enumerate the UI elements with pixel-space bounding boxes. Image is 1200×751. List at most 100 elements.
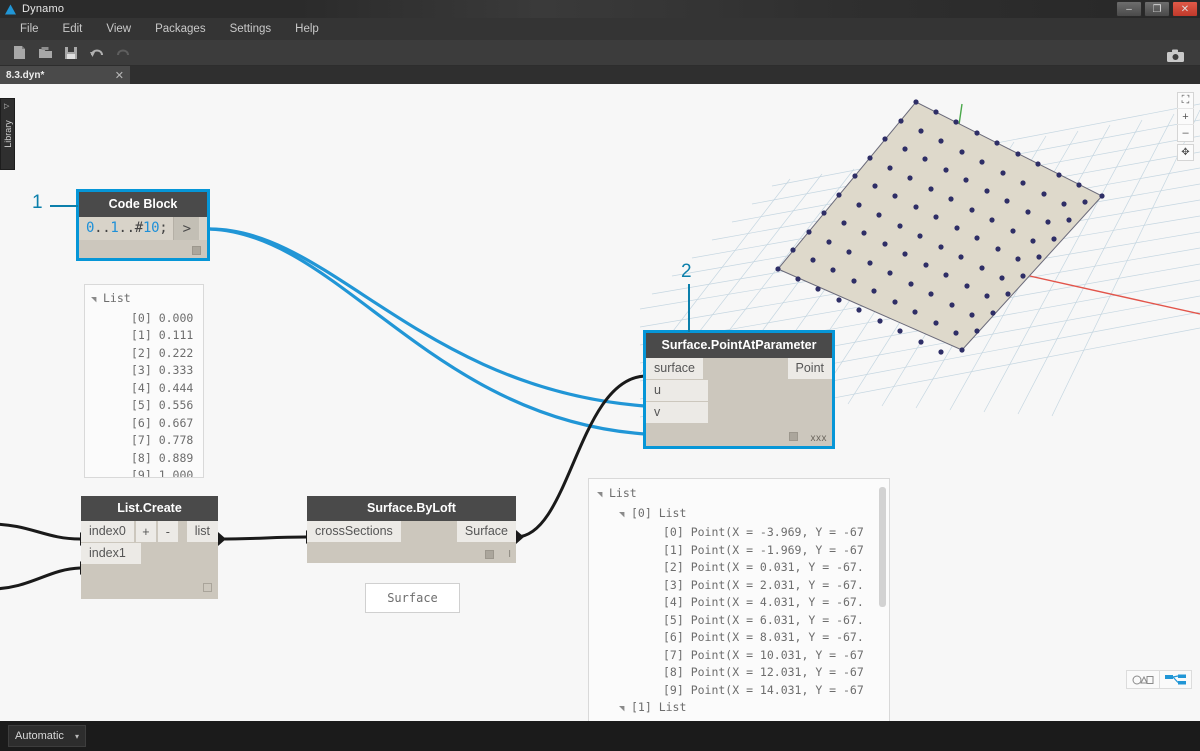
list-item: [6] 0.667: [91, 415, 197, 433]
input-port-surface[interactable]: surface: [646, 358, 703, 380]
preview-points-list[interactable]: ◥List ◥[0] List [0] Point(X = -3.969, Y …: [588, 478, 890, 721]
node-surface-point-at-parameter-body: surface Point u v xxx: [646, 358, 832, 446]
preview-root-label: List: [609, 486, 637, 500]
preview-toggle-icon[interactable]: [203, 583, 212, 592]
node-surface-by-loft[interactable]: Surface.ByLoft crossSections Surface I: [307, 496, 516, 563]
tab-label: 8.3.dyn*: [6, 70, 44, 81]
menu-item-edit[interactable]: Edit: [51, 18, 95, 40]
zoom-to-fit-icon[interactable]: ⛶: [1177, 93, 1194, 109]
input-port-index0[interactable]: index0: [81, 521, 134, 543]
graph-canvas[interactable]: ⛶ + – ✥: [0, 84, 1200, 721]
pan-icon[interactable]: ✥: [1177, 144, 1194, 161]
node-gap: [401, 521, 457, 543]
node-code-block[interactable]: Code Block 0..1..#10; >: [79, 192, 207, 258]
list-item: [6] Point(X = 8.031, Y = -67.: [597, 629, 881, 647]
add-input-button[interactable]: +: [134, 521, 156, 543]
preview-toggle-icon[interactable]: [485, 550, 494, 559]
input-port-index1[interactable]: index1: [81, 543, 141, 565]
code-block-editor[interactable]: 0..1..#10;: [79, 217, 173, 240]
node-surface-point-at-parameter[interactable]: Surface.PointAtParameter surface Point u…: [646, 333, 832, 446]
preview-group-row[interactable]: ◥[1] List: [597, 699, 881, 719]
collapse-caret-icon[interactable]: ◥: [619, 701, 631, 719]
menu-item-view[interactable]: View: [94, 18, 143, 40]
list-item: [5] Point(X = 6.031, Y = -67.: [597, 612, 881, 630]
zoom-out-button[interactable]: –: [1177, 125, 1194, 141]
zoom-in-button[interactable]: +: [1177, 109, 1194, 125]
code-block-input-row: 0..1..#10; >: [79, 217, 207, 240]
node-surface-point-footer: xxx: [646, 424, 832, 446]
maximize-button[interactable]: ❐: [1144, 1, 1170, 17]
tab-close-icon[interactable]: ✕: [115, 69, 124, 82]
redo-icon: [110, 42, 136, 64]
collapse-caret-icon[interactable]: ◥: [619, 507, 631, 525]
title-bar: Dynamo – ❐ ✕: [0, 0, 1200, 18]
node-gap: [703, 358, 788, 380]
preview-code-block-list[interactable]: ◥List [0] 0.000 [1] 0.111 [2] 0.222 [3] …: [84, 284, 204, 478]
preview-group-label: [0] List: [631, 506, 686, 520]
menu-item-packages[interactable]: Packages: [143, 18, 218, 40]
tab-workspace[interactable]: 8.3.dyn* ✕: [0, 66, 130, 84]
geometry-view-toggle[interactable]: [1127, 671, 1159, 688]
open-icon[interactable]: [32, 42, 58, 64]
output-port-list[interactable]: list: [187, 521, 218, 543]
list-item: [3] 0.333: [91, 362, 197, 380]
minimize-button[interactable]: –: [1116, 1, 1142, 17]
list-item: [4] Point(X = 4.031, Y = -67.: [597, 594, 881, 612]
input-port-u[interactable]: u: [646, 380, 708, 402]
annotation-2-label: 2: [681, 261, 692, 283]
status-bar: Automatic ▾: [0, 721, 1200, 751]
undo-icon[interactable]: [84, 42, 110, 64]
tab-bar: 8.3.dyn* ✕: [0, 66, 1200, 84]
remove-input-button[interactable]: -: [156, 521, 178, 543]
menu-item-file[interactable]: File: [8, 18, 51, 40]
dynamo-logo-icon: [4, 3, 17, 16]
menu-bar: File Edit View Packages Settings Help: [0, 18, 1200, 40]
list-item: [4] 0.444: [91, 380, 197, 398]
run-mode-select[interactable]: Automatic ▾: [8, 725, 86, 747]
camera-icon[interactable]: [1162, 44, 1188, 66]
output-port-point[interactable]: Point: [788, 358, 833, 380]
expand-arrow-icon[interactable]: ▷: [4, 102, 9, 110]
window-controls: – ❐ ✕: [1116, 0, 1200, 18]
input-port-v[interactable]: v: [646, 402, 708, 424]
close-button[interactable]: ✕: [1172, 1, 1198, 17]
node-surface-by-loft-title: Surface.ByLoft: [307, 496, 516, 521]
new-icon[interactable]: [6, 42, 32, 64]
collapse-caret-icon[interactable]: ◥: [597, 487, 609, 505]
menu-item-settings[interactable]: Settings: [218, 18, 284, 40]
save-icon[interactable]: [58, 42, 84, 64]
preview-root-row[interactable]: ◥List: [91, 290, 197, 310]
view-mode-toggles: [1126, 670, 1192, 689]
chevron-down-icon[interactable]: ▾: [75, 732, 79, 741]
preview-vertical-scrollbar[interactable]: [879, 487, 886, 607]
collapse-caret-icon[interactable]: ◥: [91, 292, 103, 310]
input-port-crosssections[interactable]: crossSections: [307, 521, 401, 543]
preview-group-row[interactable]: ◥[0] List: [597, 505, 881, 525]
list-item: [3] Point(X = 2.031, Y = -67.: [597, 577, 881, 595]
list-item: [8] Point(X = 12.031, Y = -67: [597, 664, 881, 682]
library-label: Library: [3, 120, 13, 148]
preview-root-row[interactable]: ◥List: [597, 485, 881, 505]
output-port-surface[interactable]: Surface: [457, 521, 516, 543]
library-panel-tab[interactable]: ▷ Library: [0, 98, 15, 170]
list-item: [1] Point(X = -1.969, Y = -67: [597, 542, 881, 560]
preview-toggle-icon[interactable]: [192, 246, 201, 255]
node-list-create[interactable]: List.Create index0 + - list index1: [81, 496, 218, 599]
preview-toggle-icon[interactable]: [789, 432, 798, 441]
code-block-output-port[interactable]: >: [173, 217, 199, 240]
annotation-1-leader: [50, 205, 78, 207]
port-row-surface: surface Point: [646, 358, 832, 380]
menu-item-help[interactable]: Help: [283, 18, 331, 40]
node-surface-by-loft-body: crossSections Surface I: [307, 521, 516, 563]
node-surface-by-loft-footer: I: [307, 543, 516, 563]
node-list-create-title: List.Create: [81, 496, 218, 521]
port-row-crosssections: crossSections Surface: [307, 521, 516, 543]
preview-surface-tooltip: Surface: [365, 583, 460, 613]
graph-view-toggle[interactable]: [1159, 671, 1191, 688]
node-lacing-label: I: [508, 549, 511, 560]
list-item: [0] 0.000: [91, 310, 197, 328]
node-list-create-footer: [81, 565, 218, 599]
list-item: [2] 0.222: [91, 345, 197, 363]
annotation-1-label: 1: [32, 192, 43, 214]
list-item: [9] Point(X = 14.031, Y = -67: [597, 682, 881, 700]
